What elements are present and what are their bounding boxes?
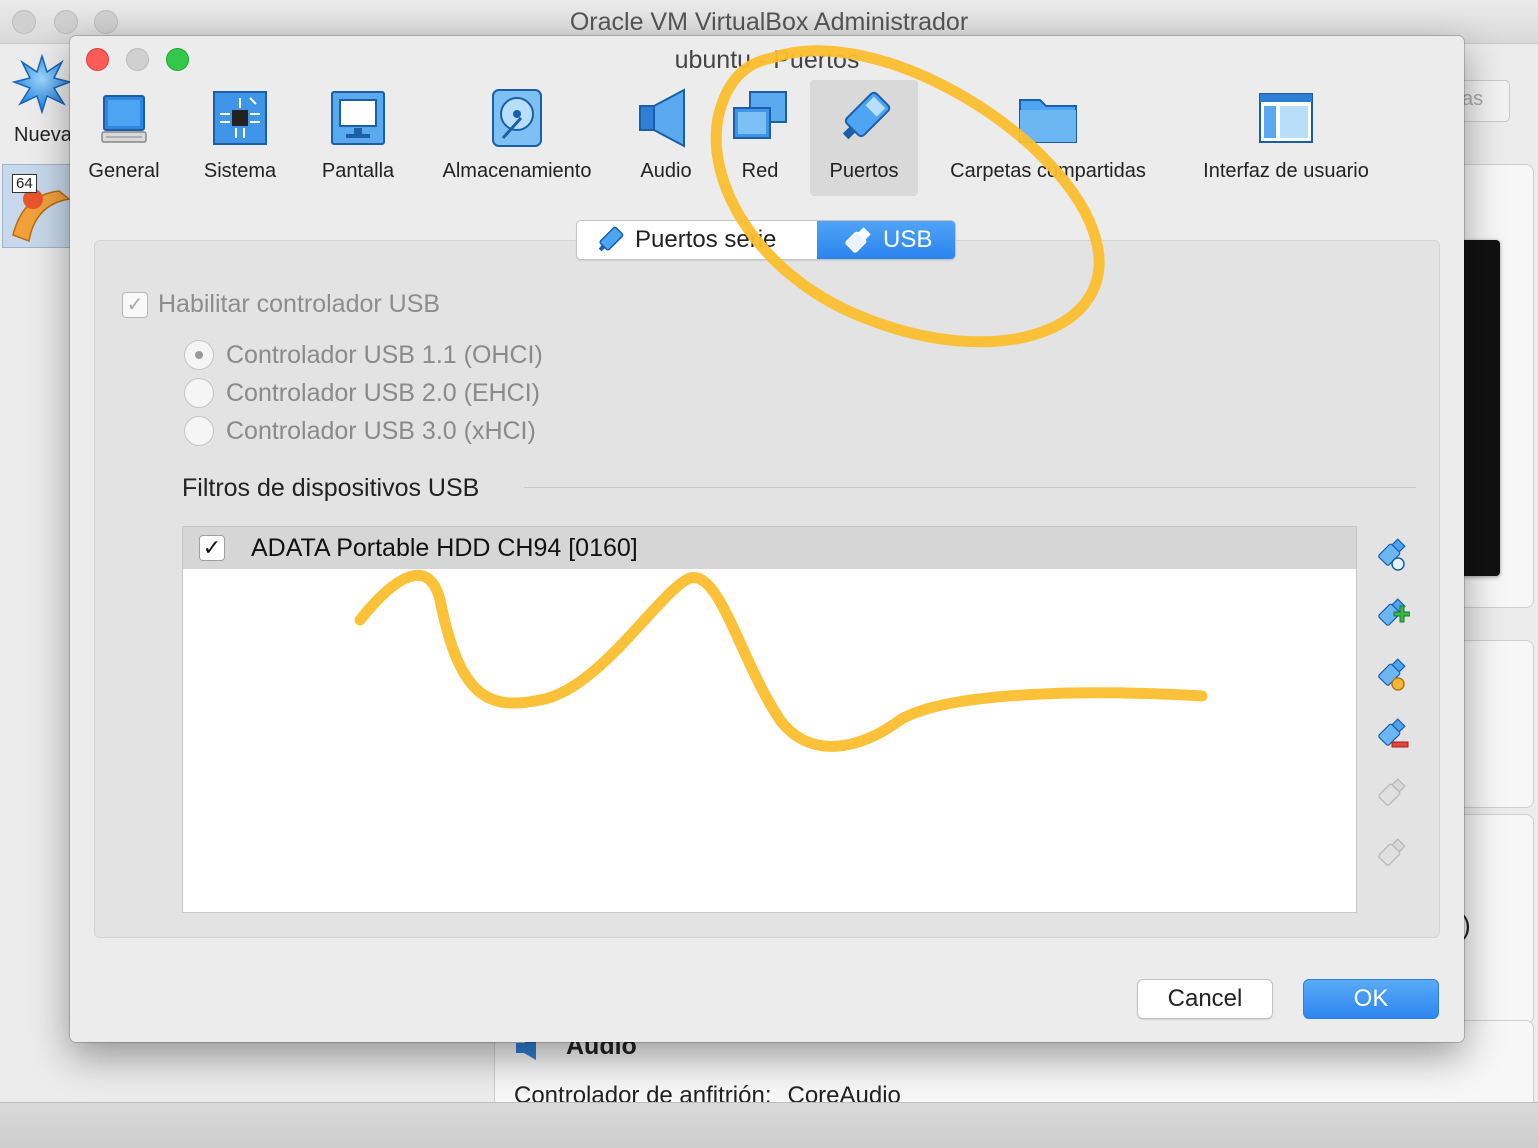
vm-64bit-badge: 64	[12, 174, 37, 193]
usb-filters-group-title: Filtros de dispositivos USB	[182, 474, 480, 502]
radio-label-ehci: Controlador USB 2.0 (EHCI)	[226, 378, 541, 407]
ports-tab-bar: Puertos serie USB	[576, 220, 956, 260]
edit-filter-icon[interactable]	[1370, 654, 1410, 694]
toolbar-label: Red	[741, 160, 779, 182]
radio-button-xhci[interactable]	[184, 416, 214, 446]
storage-disk-icon	[492, 89, 542, 147]
new-vm-star-icon[interactable]	[12, 54, 72, 114]
usb-controller-radio-ehci[interactable]: Controlador USB 2.0 (EHCI)	[184, 378, 540, 408]
group-separator	[524, 487, 1416, 488]
settings-toolbar: General Sistema Pantalla Almacenamiento …	[70, 80, 1464, 198]
usb-controller-radio-xhci[interactable]: Controlador USB 3.0 (xHCI)	[184, 416, 536, 446]
radio-label-xhci: Controlador USB 3.0 (xHCI)	[226, 416, 536, 445]
toolbar-item-red[interactable]: Red	[720, 80, 800, 196]
toolbar-label: Carpetas compartidas	[950, 160, 1146, 182]
tab-usb[interactable]: USB	[817, 221, 955, 259]
toolbar-label: Sistema	[203, 160, 277, 182]
toolbar-item-puertos[interactable]: Puertos	[810, 80, 918, 196]
move-filter-up-icon	[1378, 778, 1406, 806]
dialog-title: ubuntu - Puertos	[674, 46, 860, 74]
vm-preview-screen	[1460, 240, 1500, 576]
tab-usb-label: USB	[883, 226, 933, 253]
speaker-icon	[639, 88, 685, 148]
system-chip-icon	[213, 91, 267, 145]
new-vm-label[interactable]: Nueva	[14, 124, 72, 147]
toolbar-item-sistema[interactable]: Sistema	[194, 80, 286, 196]
toolbar-item-pantalla[interactable]: Pantalla	[312, 80, 404, 196]
add-empty-filter-icon[interactable]	[1370, 534, 1410, 574]
usb-controller-radio-ohci[interactable]: Controlador USB 1.1 (OHCI)	[184, 340, 543, 370]
main-window-title: Oracle VM VirtualBox Administrador	[569, 8, 969, 36]
tab-serial-ports[interactable]: Puertos serie	[577, 221, 817, 259]
toolbar-label: Pantalla	[321, 160, 395, 182]
cancel-button[interactable]: Cancel	[1137, 979, 1273, 1019]
network-icon	[733, 91, 787, 139]
toolbar-item-audio[interactable]: Audio	[626, 80, 706, 196]
settings-dialog: ubuntu - Puertos General Sistema Pantall…	[70, 36, 1464, 1042]
add-filter-from-device-icon[interactable]	[1370, 594, 1410, 634]
toolbar-label: Audio	[640, 160, 692, 182]
toolbar-item-almacenamiento[interactable]: Almacenamiento	[432, 80, 602, 196]
general-icon	[101, 95, 147, 143]
filter-enabled-checkbox[interactable]: ✓	[199, 535, 225, 561]
toolbar-label: Puertos	[829, 160, 899, 182]
radio-button-ehci[interactable]	[184, 378, 214, 408]
remove-filter-icon[interactable]	[1370, 714, 1410, 754]
usb-filters-list[interactable]: ✓ ADATA Portable HDD CH94 [0160]	[182, 526, 1357, 913]
main-window-bottom-bar	[0, 1102, 1538, 1148]
enable-usb-controller-checkbox[interactable]: ✓ Habilitar controlador USB	[122, 290, 440, 319]
toolbar-label: General	[88, 160, 160, 182]
radio-button-ohci[interactable]	[184, 340, 214, 370]
ok-button[interactable]: OK	[1303, 979, 1439, 1019]
toolbar-label: Interfaz de usuario	[1203, 160, 1369, 182]
usb-plug-icon	[845, 227, 871, 253]
move-filter-down-icon	[1378, 838, 1406, 866]
display-monitor-icon	[331, 91, 385, 145]
radio-label-ohci: Controlador USB 1.1 (OHCI)	[226, 340, 543, 369]
tab-serial-ports-label: Puertos serie	[635, 226, 777, 253]
enable-usb-checkmark[interactable]: ✓	[122, 291, 148, 318]
filter-name: ADATA Portable HDD CH94 [0160]	[251, 533, 638, 562]
serial-port-icon	[598, 226, 624, 252]
background-toolbar-button-label: as	[1462, 88, 1484, 110]
toolbar-item-carpetas-compartidas[interactable]: Carpetas compartidas	[934, 80, 1162, 196]
user-interface-window-icon	[1259, 93, 1313, 143]
enable-usb-controller-label: Habilitar controlador USB	[158, 290, 441, 318]
toolbar-item-general[interactable]: General	[78, 80, 170, 196]
ports-connector-icon	[842, 91, 891, 140]
toolbar-label: Almacenamiento	[442, 160, 592, 182]
list-item[interactable]: ✓ ADATA Portable HDD CH94 [0160]	[183, 527, 1356, 569]
shared-folder-icon	[1019, 99, 1077, 143]
toolbar-item-interfaz-de-usuario[interactable]: Interfaz de usuario	[1188, 80, 1384, 196]
